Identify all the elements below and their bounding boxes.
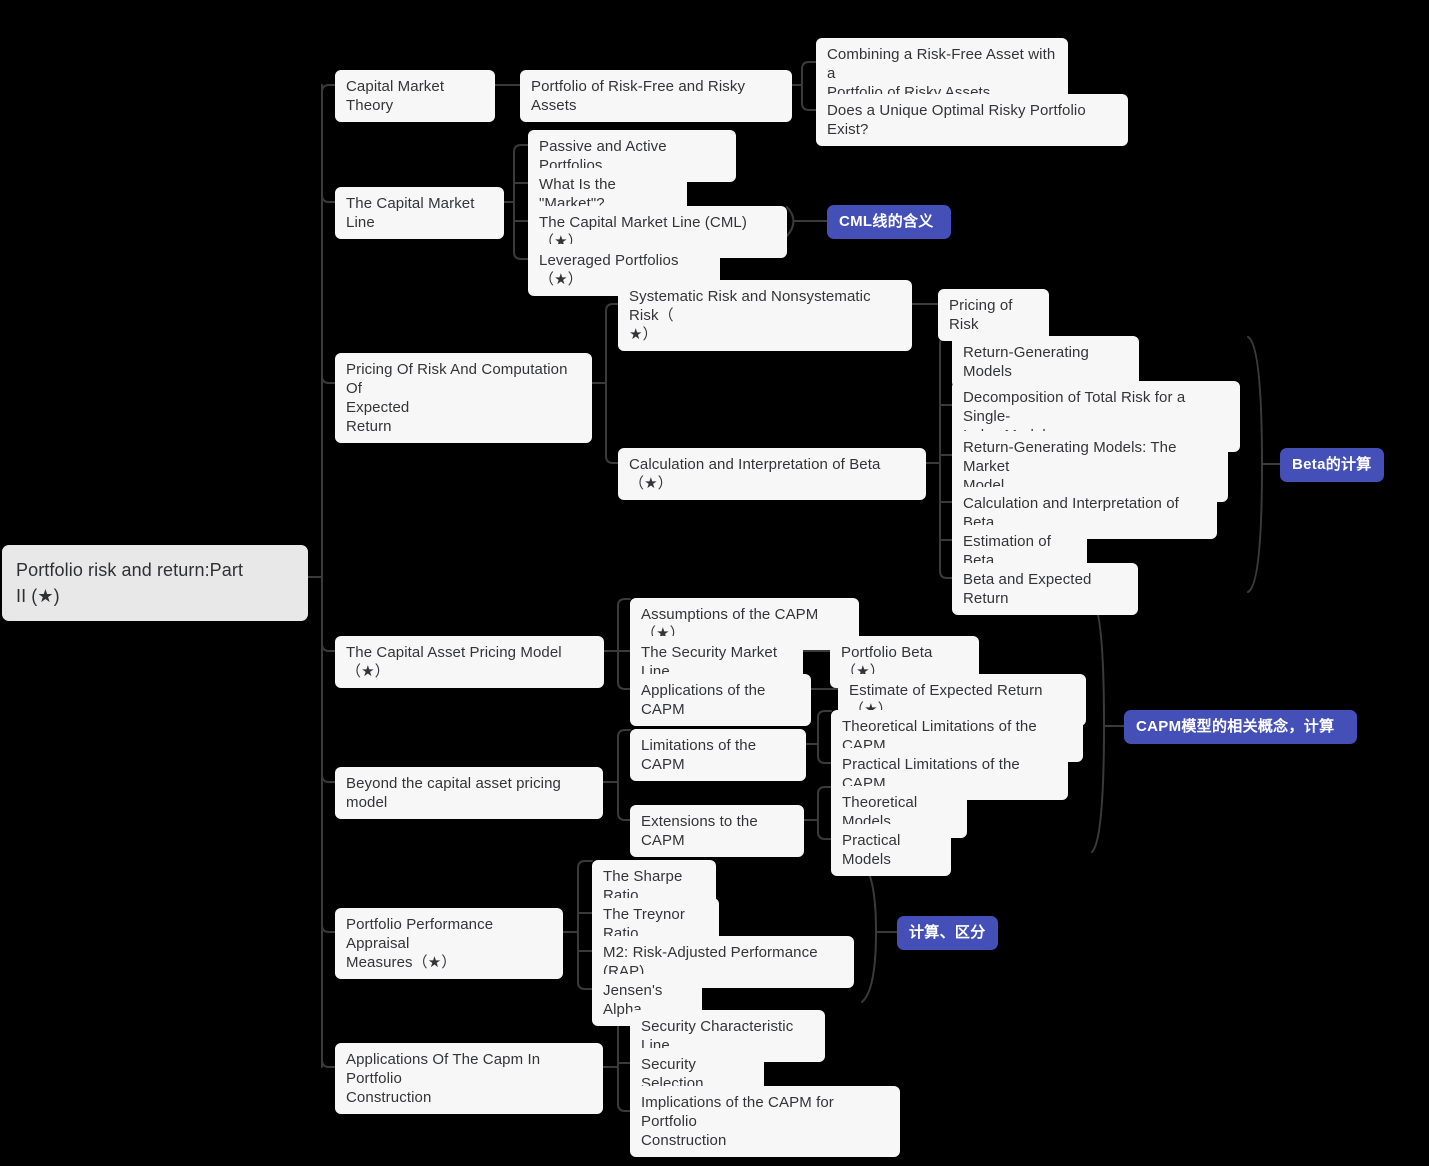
mindmap-node-prfra[interactable]: Portfolio of Risk-Free and Risky Assets bbox=[520, 70, 792, 122]
mindmap-node-unique[interactable]: Does a Unique Optimal Risky Portfolio Ex… bbox=[816, 94, 1128, 146]
mindmap-node-ppam[interactable]: Portfolio Performance Appraisal Measures… bbox=[335, 908, 563, 979]
mindmap-node-sysrisk[interactable]: Systematic Risk and Nonsystematic Risk（ … bbox=[618, 280, 912, 351]
mindmap-node-appcapm[interactable]: Applications Of The Capm In Portfolio Co… bbox=[335, 1043, 603, 1114]
mindmap-canvas: Portfolio risk and return:Part II (★) Ca… bbox=[0, 0, 1429, 1166]
root-node[interactable]: Portfolio risk and return:Part II (★) bbox=[2, 545, 308, 621]
mindmap-node-applycapm[interactable]: Applications of the CAPM bbox=[630, 674, 811, 726]
mindmap-node-capm[interactable]: The Capital Asset Pricing Model（★） bbox=[335, 636, 604, 688]
mindmap-node-pracmod[interactable]: Practical Models bbox=[831, 824, 951, 876]
mindmap-node-ext[interactable]: Extensions to the CAPM bbox=[630, 805, 804, 857]
mindmap-badge-cmlbadge[interactable]: CML线的含义 bbox=[827, 205, 951, 239]
mindmap-node-pricingrisk[interactable]: Pricing Of Risk And Computation Of Expec… bbox=[335, 353, 592, 443]
mindmap-badge-betabadge[interactable]: Beta的计算 bbox=[1280, 448, 1384, 482]
mindmap-node-betaexp[interactable]: Beta and Expected Return bbox=[952, 563, 1138, 615]
mindmap-badge-jsbadge[interactable]: 计算、区分 bbox=[897, 916, 998, 950]
mindmap-node-cmt[interactable]: Capital Market Theory bbox=[335, 70, 495, 122]
mindmap-node-calcbeta1[interactable]: Calculation and Interpretation of Beta（★… bbox=[618, 448, 926, 500]
mindmap-node-pricingofrisk[interactable]: Pricing of Risk bbox=[938, 289, 1049, 341]
mindmap-node-limits[interactable]: Limitations of the CAPM bbox=[630, 729, 806, 781]
mindmap-badge-capmbadge[interactable]: CAPM模型的相关概念，计算 bbox=[1124, 710, 1357, 744]
mindmap-node-implic[interactable]: Implications of the CAPM for Portfolio C… bbox=[630, 1086, 900, 1157]
mindmap-node-tcml[interactable]: The Capital Market Line bbox=[335, 187, 504, 239]
mindmap-node-beyond[interactable]: Beyond the capital asset pricing model bbox=[335, 767, 603, 819]
